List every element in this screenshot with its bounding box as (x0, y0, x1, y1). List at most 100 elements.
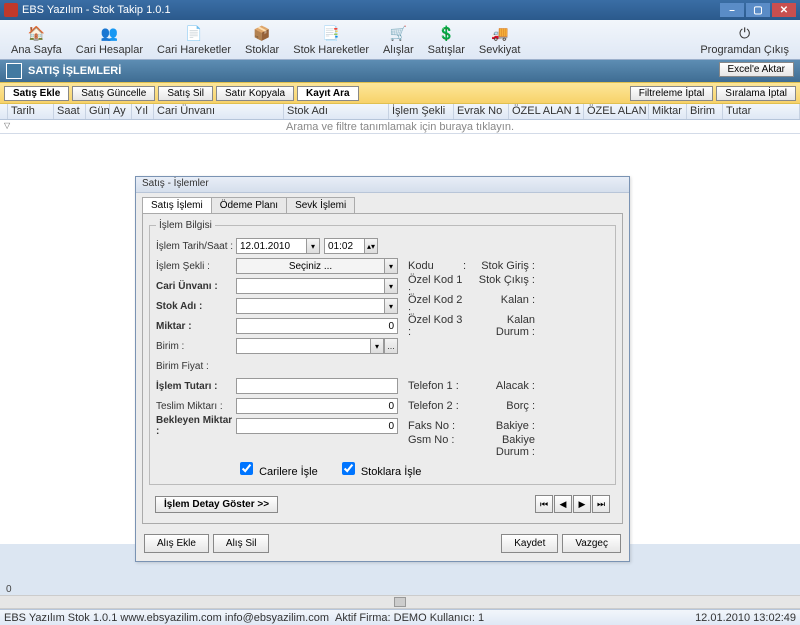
cancel-filter-button[interactable]: Filtreleme İptal (630, 86, 714, 101)
input-tarih[interactable] (236, 238, 306, 254)
group-legend: İşlem Bilgisi (156, 220, 215, 231)
label-tarih: İşlem Tarih/Saat : (156, 241, 236, 252)
toolbar-exit[interactable]: ⏻Programdan Çıkış (694, 21, 795, 58)
col-tutar[interactable]: Tutar (723, 104, 800, 119)
col-oa2[interactable]: ÖZEL ALAN 2 (584, 104, 649, 119)
label-cari: Cari Ünvanı : (156, 281, 236, 292)
buy-icon: 🛒 (388, 23, 408, 43)
birim-dropdown-icon[interactable]: ▾ (370, 338, 384, 354)
titlebar: EBS Yazılım - Stok Takip 1.0.1 – ▢ ✕ (0, 0, 800, 20)
save-button[interactable]: Kaydet (501, 534, 558, 553)
tab-satis-islemi[interactable]: Satış İşlemi (142, 197, 212, 213)
check-carilere[interactable]: Carilere İşle (236, 459, 318, 478)
input-tutar[interactable] (236, 378, 398, 394)
toolbar-stok-hareketler[interactable]: 📑Stok Hareketler (287, 21, 375, 58)
cancel-button[interactable]: Vazgeç (562, 534, 621, 553)
col-oa1[interactable]: ÖZEL ALAN 1 (509, 104, 584, 119)
stock-icon: 📦 (252, 23, 272, 43)
movements-icon: 📄 (184, 23, 204, 43)
check-stoklara[interactable]: Stoklara İşle (338, 459, 422, 478)
copy-row-button[interactable]: Satır Kopyala (216, 86, 294, 101)
find-record-button[interactable]: Kayıt Ara (297, 86, 359, 101)
col-tarih[interactable]: Tarih (8, 104, 54, 119)
delete-sale-button[interactable]: Satış Sil (158, 86, 213, 101)
cari-dropdown-icon[interactable]: ▾ (384, 278, 398, 294)
status-mid: Aktif Firma: DEMO Kullanıcı: 1 (335, 612, 484, 624)
filter-indicator-icon: ▽ (4, 121, 10, 130)
col-cari[interactable]: Cari Ünvanı (154, 104, 284, 119)
dialog-footer: Alış Ekle Alış Sil Kaydet Vazgeç (136, 530, 629, 561)
excel-export-button[interactable]: Excel'e Aktar (719, 62, 795, 77)
input-sekil[interactable] (236, 258, 384, 274)
input-birim[interactable] (236, 338, 370, 354)
toolbar-cari-hesaplar[interactable]: 👥Cari Hesaplar (70, 21, 149, 58)
main-toolbar: 🏠Ana Sayfa 👥Cari Hesaplar 📄Cari Hareketl… (0, 20, 800, 60)
horizontal-scrollbar[interactable] (0, 595, 800, 609)
input-miktar[interactable] (236, 318, 398, 334)
tab-sevk-islemi[interactable]: Sevk İşlemi (286, 197, 355, 213)
input-cari[interactable] (236, 278, 384, 294)
nav-last-button[interactable]: ⏭ (592, 495, 610, 513)
dialog-title: Satış - İşlemler (136, 177, 629, 193)
detail-toggle-button[interactable]: İşlem Detay Göster >> (155, 496, 278, 513)
date-dropdown-icon[interactable]: ▾ (306, 238, 320, 254)
update-sale-button[interactable]: Satış Güncelle (72, 86, 155, 101)
maximize-button[interactable]: ▢ (746, 3, 770, 17)
col-stok[interactable]: Stok Adı (284, 104, 389, 119)
minimize-button[interactable]: – (720, 3, 744, 17)
cancel-sort-button[interactable]: Sıralama İptal (716, 86, 796, 101)
app-icon (4, 3, 18, 17)
col-birim[interactable]: Birim (687, 104, 723, 119)
col-miktar[interactable]: Miktar (649, 104, 687, 119)
input-saat[interactable] (324, 238, 364, 254)
toolbar-stoklar[interactable]: 📦Stoklar (239, 21, 285, 58)
col-islem[interactable]: İşlem Şekli (389, 104, 454, 119)
toolbar-satislar[interactable]: 💲Satışlar (422, 21, 471, 58)
label-bekleyen: Bekleyen Miktar : (156, 415, 236, 437)
status-right: 12.01.2010 13:02:49 (695, 612, 796, 624)
nav-next-button[interactable]: ▶ (573, 495, 591, 513)
grid-summary: 0 (6, 584, 12, 595)
toolbar-alislar[interactable]: 🛒Alışlar (377, 21, 420, 58)
tab-content: İşlem Bilgisi İşlem Tarih/Saat : ▾ ▴▾ İş… (142, 213, 623, 524)
label-teslim: Teslim Miktarı : (156, 401, 236, 412)
stok-dropdown-icon[interactable]: ▾ (384, 298, 398, 314)
record-nav: ⏮ ◀ ▶ ⏭ (535, 495, 610, 513)
birim-lookup-icon[interactable]: … (384, 338, 398, 354)
nav-prev-button[interactable]: ◀ (554, 495, 572, 513)
alis-ekle-button[interactable]: Alış Ekle (144, 534, 209, 553)
tab-odeme-plani[interactable]: Ödeme Planı (211, 197, 287, 213)
input-bekleyen[interactable] (236, 418, 398, 434)
sale-dialog: Satış - İşlemler Satış İşlemi Ödeme Plan… (135, 176, 630, 562)
ship-icon: 🚚 (490, 23, 510, 43)
sell-icon: 💲 (436, 23, 456, 43)
col-yil[interactable]: Yıl (132, 104, 154, 119)
col-ay[interactable]: Ay (110, 104, 132, 119)
window-title: EBS Yazılım - Stok Takip 1.0.1 (22, 4, 171, 16)
exit-icon: ⏻ (735, 23, 755, 43)
col-saat[interactable]: Saat (54, 104, 86, 119)
label-sekil: İşlem Şekli : (156, 261, 236, 272)
sekil-dropdown-icon[interactable]: ▾ (384, 258, 398, 274)
nav-first-button[interactable]: ⏮ (535, 495, 553, 513)
input-teslim[interactable] (236, 398, 398, 414)
col-evrak[interactable]: Evrak No (454, 104, 509, 119)
time-spinner-icon[interactable]: ▴▾ (364, 238, 378, 254)
grid-filter-row[interactable]: ▽ Arama ve filtre tanımlamak için buraya… (0, 120, 800, 134)
close-button[interactable]: ✕ (772, 3, 796, 17)
section-icon (6, 63, 22, 79)
toolbar-sevkiyat[interactable]: 🚚Sevkiyat (473, 21, 527, 58)
add-sale-button[interactable]: Satış Ekle (4, 86, 69, 101)
section-title: SATIŞ İŞLEMLERİ (28, 65, 121, 77)
islem-bilgisi-group: İşlem Bilgisi İşlem Tarih/Saat : ▾ ▴▾ İş… (149, 220, 616, 485)
label-birim: Birim : (156, 341, 236, 352)
label-bfiyat: Birim Fiyat : (156, 361, 236, 372)
toolbar-cari-hareketler[interactable]: 📄Cari Hareketler (151, 21, 237, 58)
input-stok[interactable] (236, 298, 384, 314)
label-stok: Stok Adı : (156, 301, 236, 312)
action-bar: Satış Ekle Satış Güncelle Satış Sil Satı… (0, 82, 800, 104)
accounts-icon: 👥 (99, 23, 119, 43)
col-gun[interactable]: Gün (86, 104, 110, 119)
alis-sil-button[interactable]: Alış Sil (213, 534, 270, 553)
toolbar-home[interactable]: 🏠Ana Sayfa (5, 21, 68, 58)
